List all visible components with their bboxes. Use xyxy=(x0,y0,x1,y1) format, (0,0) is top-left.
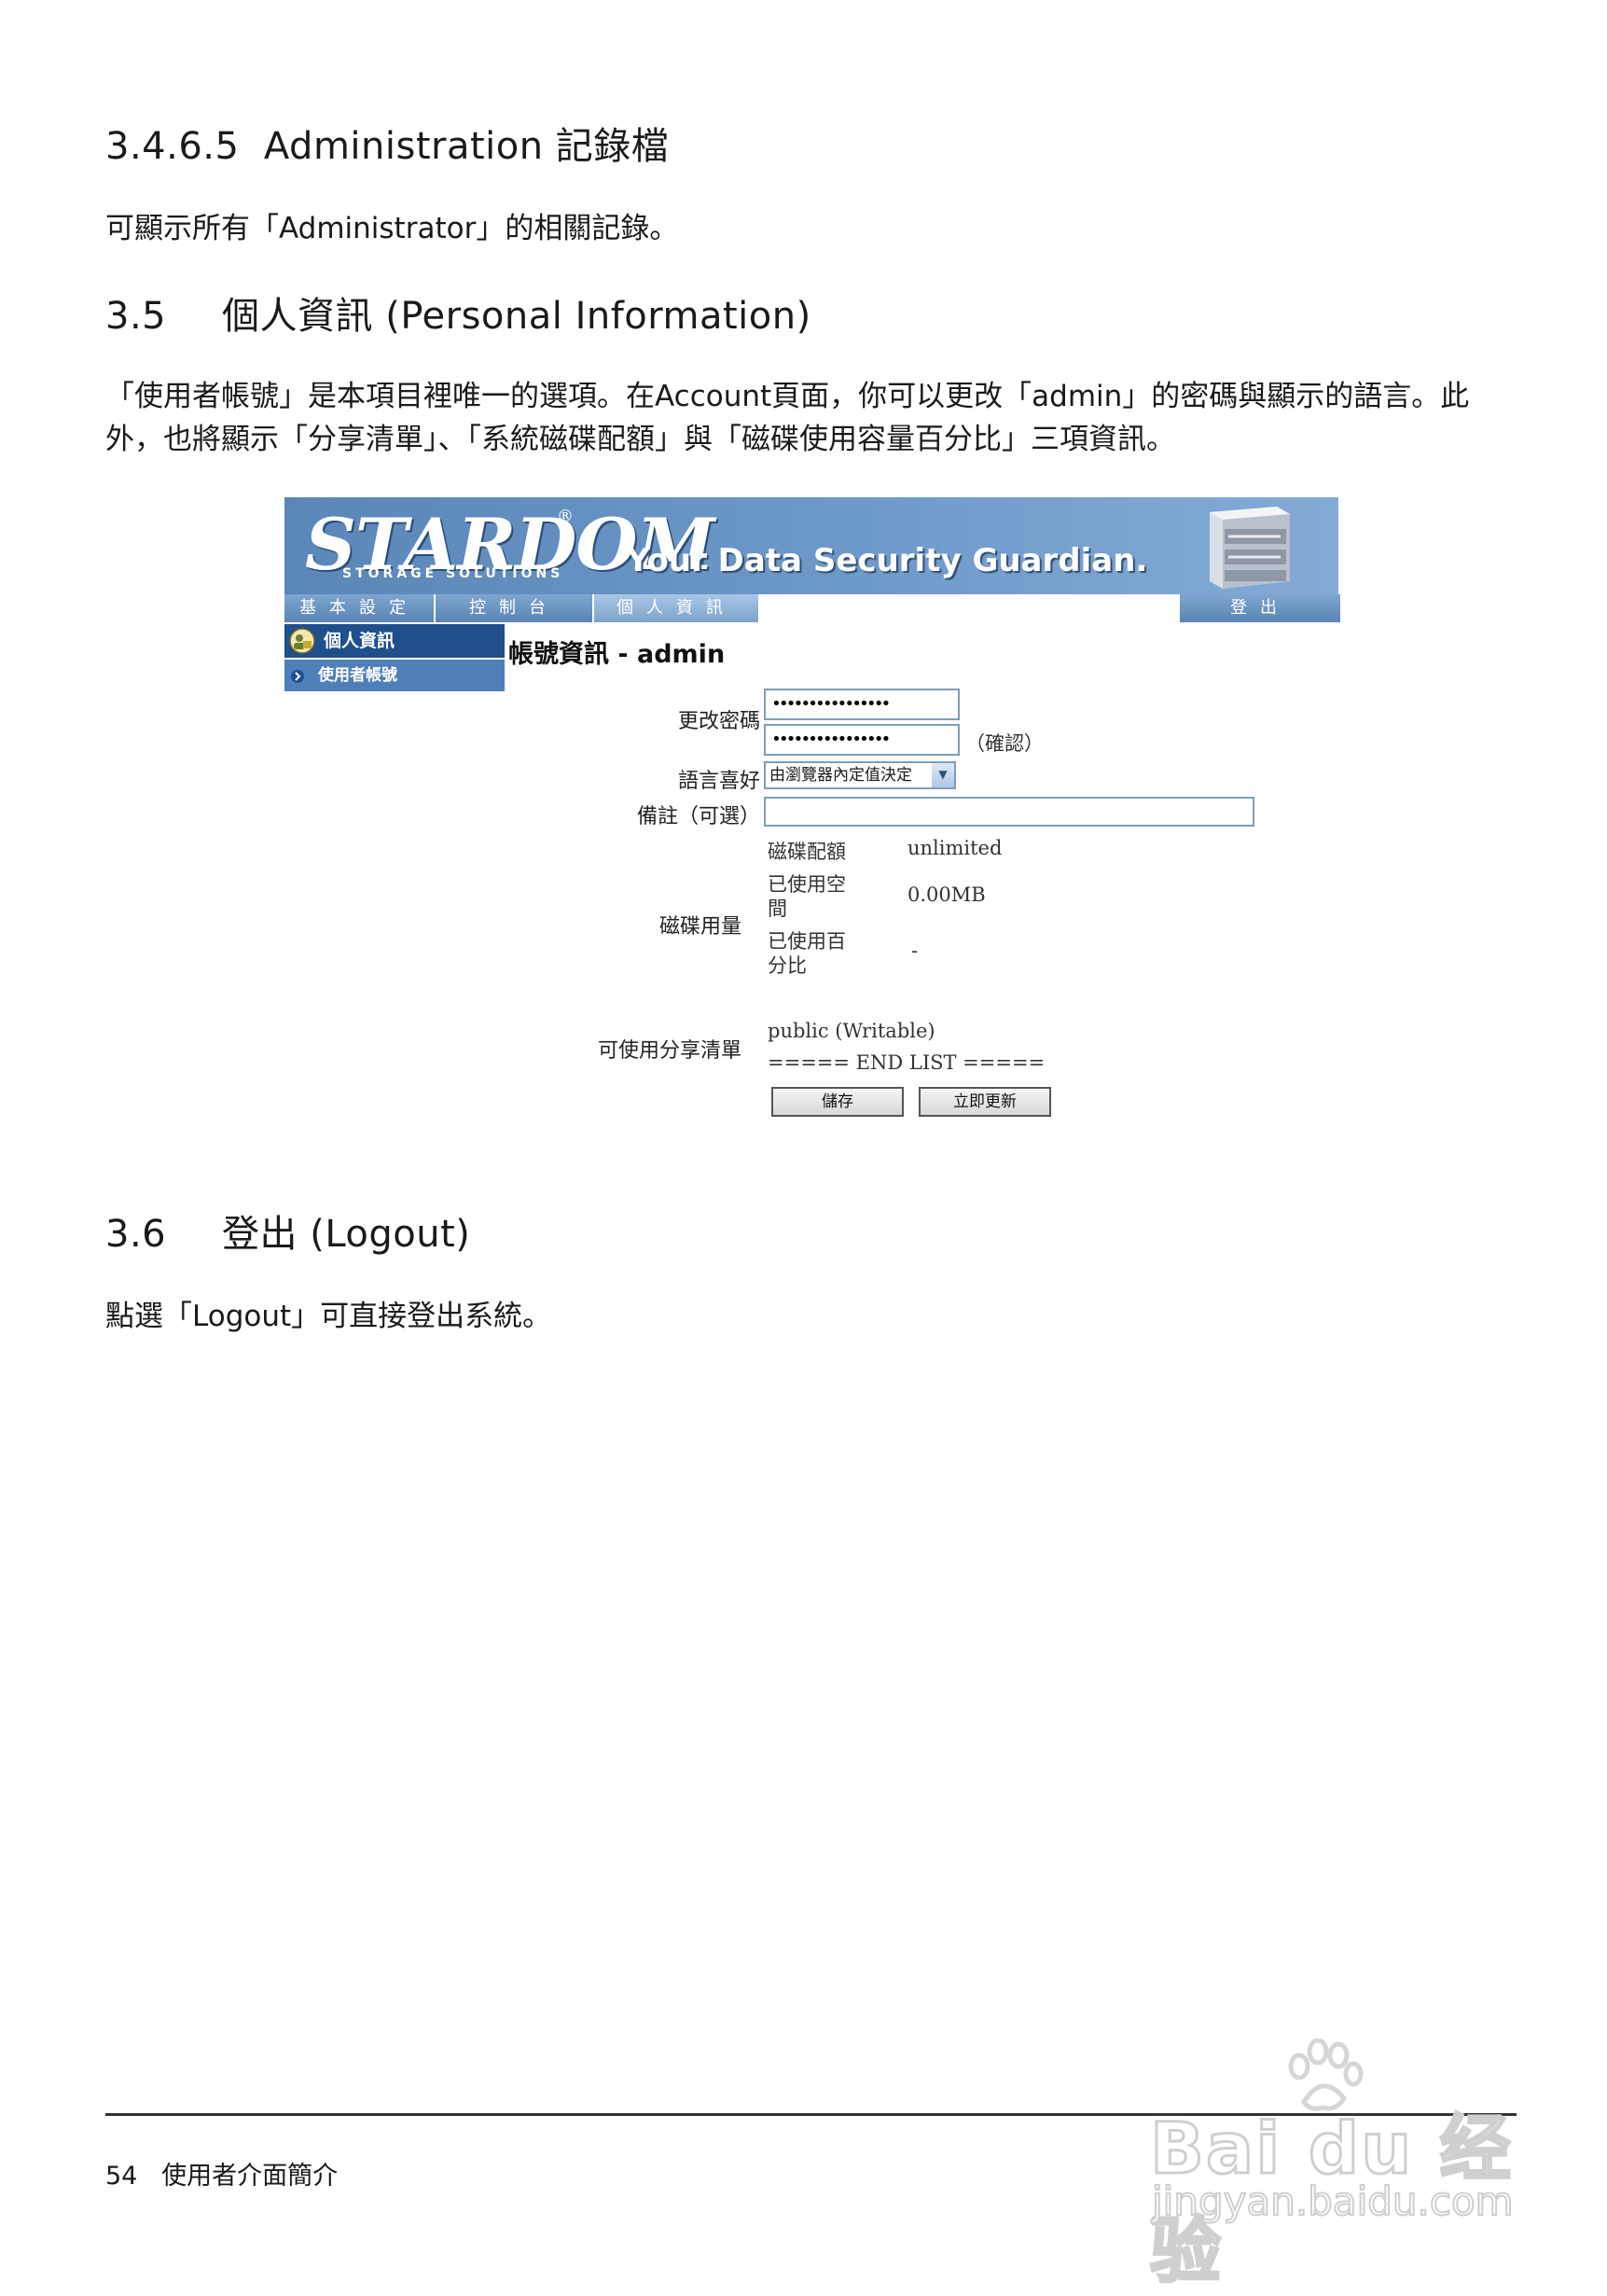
paragraph-line: 「使用者帳號」是本項目裡唯一的選項。在Account頁面，你可以更改「admin… xyxy=(105,380,1470,413)
header-banner: STARDOM ® STORAGE SOLUTIONS Your Data Se… xyxy=(284,497,1338,594)
section-heading-personal-info: 3.5 個人資訊 (Personal Information) xyxy=(105,285,811,340)
section-number: 3.6 xyxy=(105,1213,167,1256)
section-number: 3.4.6.5 xyxy=(105,125,240,168)
account-title: 帳號資訊 - admin xyxy=(508,640,726,669)
sidebar-item-label: 使用者帳號 xyxy=(318,666,397,685)
password-input[interactable]: •••••••••••••••• xyxy=(764,689,960,720)
section-title: 個人資訊 (Personal Information) xyxy=(222,295,811,338)
used-percent-label: 已使用百 分比 xyxy=(768,929,846,978)
logo-subtitle: STORAGE SOLUTIONS xyxy=(342,566,564,581)
label-line: 已使用百 xyxy=(768,930,846,953)
used-space-value: 0.00MB xyxy=(907,884,986,906)
sidebar-section-label: 個人資訊 xyxy=(324,631,395,651)
disk-usage-label: 磁碟用量 xyxy=(658,915,741,939)
account-page-screenshot: STARDOM ® STORAGE SOLUTIONS Your Data Se… xyxy=(284,497,1340,1132)
chevron-right-icon xyxy=(291,670,304,683)
tab-logout[interactable]: 登出 xyxy=(1178,594,1340,622)
user-folder-icon xyxy=(289,628,315,654)
chapter-title: 使用者介面簡介 xyxy=(161,2162,339,2191)
section-title: 登出 (Logout) xyxy=(222,1213,471,1256)
paragraph-line: 外，也將顯示「分享清單」、「系統磁碟配額」與「磁碟使用容量百分比」三項資訊。 xyxy=(105,423,1175,456)
label-line: 間 xyxy=(768,898,787,920)
language-select-value: 由瀏覽器內定值決定 xyxy=(769,766,912,785)
save-button[interactable]: 儲存 xyxy=(771,1087,904,1117)
quota-label: 磁碟配額 xyxy=(768,841,846,863)
section-title: Administration 記錄檔 xyxy=(263,125,670,168)
section-heading-logout: 3.6 登出 (Logout) xyxy=(105,1204,470,1258)
watermark-url: jingyan.baidu.com xyxy=(1151,2178,1515,2225)
paragraph-admin-log: 可顯示所有「Administrator」的相關記錄。 xyxy=(105,212,679,245)
note-input[interactable] xyxy=(764,797,1254,827)
used-space-label: 已使用空 間 xyxy=(768,872,846,921)
language-select[interactable]: 由瀏覽器內定值決定 ▼ xyxy=(764,761,956,789)
footer: 54 使用者介面簡介 xyxy=(105,2155,338,2192)
sidebar-section-personal-info: 個人資訊 xyxy=(284,624,505,658)
section-number: 3.5 xyxy=(105,295,167,338)
quota-value: unlimited xyxy=(907,837,1003,859)
label-line: 已使用空 xyxy=(768,873,846,896)
share-list-end: ===== END LIST ===== xyxy=(768,1051,1046,1074)
chevron-down-icon[interactable]: ▼ xyxy=(932,763,954,787)
confirm-label: （確認） xyxy=(965,732,1044,755)
server-icon xyxy=(1210,507,1290,589)
tab-personal-info[interactable]: 個人資訊 xyxy=(594,594,760,622)
baidu-watermark: Bai du 经验 jingyan.baidu.com xyxy=(1149,2039,1523,2294)
change-password-label: 更改密碼 xyxy=(677,710,760,733)
sidebar-item-user-account[interactable]: 使用者帳號 xyxy=(284,660,505,691)
note-label: 備註（可選） xyxy=(636,805,760,828)
paragraph-personal-info: 「使用者帳號」是本項目裡唯一的選項。在Account頁面，你可以更改「admin… xyxy=(105,375,1523,461)
used-percent-value: - xyxy=(911,939,919,962)
tab-basic-settings[interactable]: 基本設定 xyxy=(284,594,436,622)
share-item: public (Writable) xyxy=(768,1020,935,1042)
password-confirm-input[interactable]: •••••••••••••••• xyxy=(764,724,960,756)
label-line: 分比 xyxy=(768,954,807,977)
page-number: 54 xyxy=(105,2162,138,2191)
tagline: Your Data Security Guardian. xyxy=(627,542,1148,579)
paragraph-logout: 點選「Logout」可直接登出系統。 xyxy=(105,1300,552,1333)
update-now-button[interactable]: 立即更新 xyxy=(919,1087,1051,1117)
shares-label: 可使用分享清單 xyxy=(597,1039,741,1063)
section-heading-admin-log: 3.4.6.5 Administration 記錄檔 xyxy=(105,116,669,170)
tab-control-panel[interactable]: 控制台 xyxy=(436,594,594,622)
language-label: 語言喜好 xyxy=(677,770,760,793)
registered-mark: ® xyxy=(557,507,574,526)
